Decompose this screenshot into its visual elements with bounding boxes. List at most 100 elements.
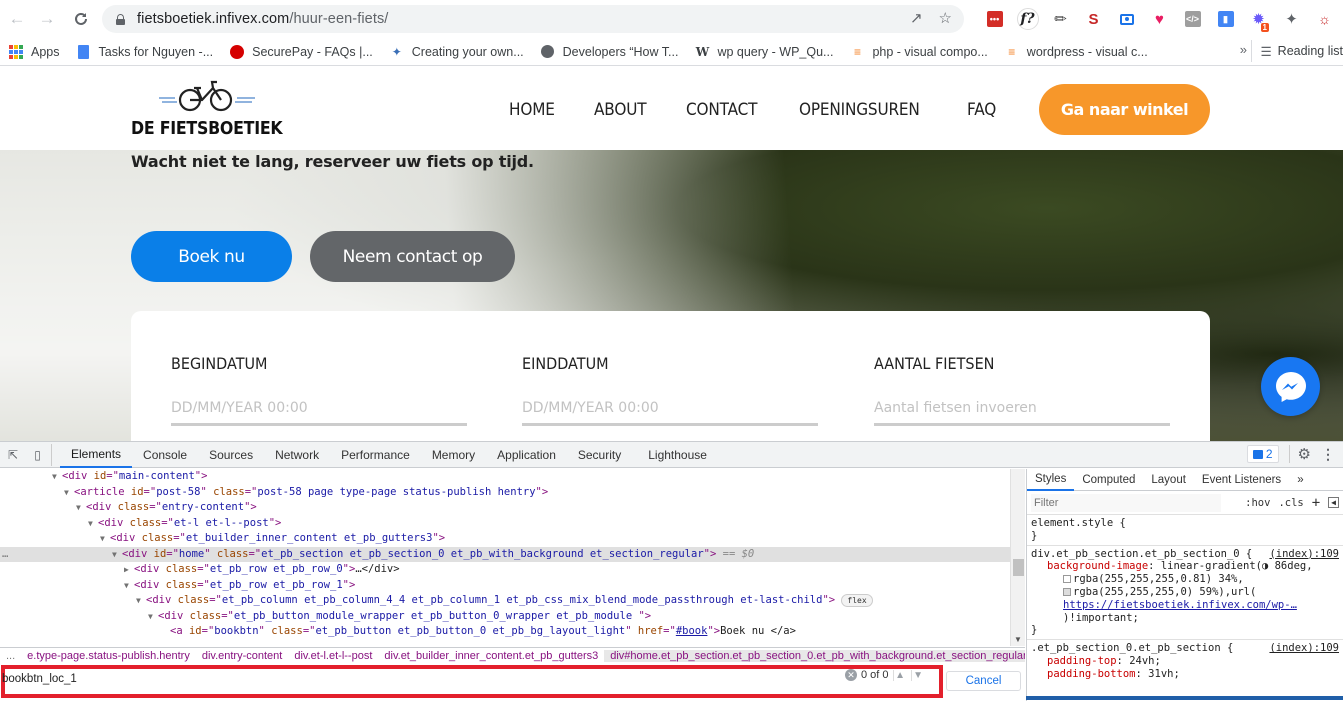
dom-node-row[interactable]: ▼ <div class="et_pb_button_module_wrapper… — [0, 609, 1010, 625]
previous-match-button[interactable]: ▲ — [892, 669, 907, 681]
tab-elements[interactable]: Elements — [60, 442, 133, 468]
tab-sources[interactable]: Sources — [198, 442, 264, 468]
bookmark-apps[interactable]: Apps — [0, 40, 68, 64]
ext-eyedropper-icon[interactable]: ✏ — [1044, 6, 1077, 32]
attribute[interactable]: class="et_pb_row et_pb_row_1" — [159, 579, 349, 591]
elements-scrollbar[interactable]: ▼ — [1010, 469, 1025, 646]
breadcrumb-item[interactable]: ... — [0, 650, 21, 662]
dom-node-row[interactable]: ▼ <div class="et_pb_column et_pb_column_4… — [0, 593, 1010, 609]
nav-about[interactable]: ABOUT — [594, 100, 647, 120]
tab-computed[interactable]: Computed — [1074, 469, 1143, 491]
start-date-input[interactable] — [171, 392, 467, 426]
tab-memory[interactable]: Memory — [421, 442, 486, 468]
expand-triangle-icon[interactable]: ▶ — [124, 562, 134, 578]
attribute[interactable]: class="et_pb_row et_pb_row_0" — [159, 563, 349, 575]
dom-node-row[interactable]: <a id="bookbtn" class="et_pb_button et_p… — [0, 624, 1010, 640]
collapse-triangle-icon[interactable]: ▼ — [88, 516, 98, 532]
flex-badge[interactable]: flex — [841, 593, 873, 607]
dom-node-row[interactable]: ▼ <div class="et_pb_row et_pb_row_1"> — [0, 578, 1010, 594]
background-url-link[interactable]: https://fietsboetiek.infivex.com/wp-… — [1031, 599, 1339, 612]
attribute[interactable]: class="et_pb_section et_pb_section_0 et_… — [211, 548, 710, 560]
bookmark-item[interactable]: Developers “How T... — [532, 40, 687, 64]
color-swatch[interactable] — [1063, 587, 1071, 596]
contact-button[interactable]: Neem contact op — [310, 231, 515, 282]
node-actions-ellipsis[interactable]: … — [2, 547, 8, 563]
tab-security[interactable]: Security — [567, 442, 632, 468]
color-swatch[interactable] — [1063, 575, 1071, 584]
ext-sparkle-icon[interactable]: ✹ 1 — [1242, 6, 1275, 32]
bookmark-item[interactable]: SecurePay - FAQs |... — [221, 40, 381, 64]
bookmark-item[interactable]: ≡ wordpress - visual c... — [996, 40, 1156, 64]
tab-event-listeners[interactable]: Event Listeners — [1194, 469, 1289, 491]
bookmark-item[interactable]: ✦ Creating your own... — [381, 40, 532, 64]
attribute[interactable]: id="home" — [147, 548, 211, 560]
bookmarks-overflow-button[interactable]: » — [1240, 42, 1247, 57]
dom-node-row[interactable]: ▼ <div class="et-l et-l--post"> — [0, 516, 1010, 532]
breadcrumb-item[interactable]: e.type-page.status-publish.hentry — [21, 650, 196, 662]
attribute[interactable]: class="et_pb_button_module_wrapper et_pb… — [183, 610, 645, 622]
collapse-triangle-icon[interactable]: ▼ — [76, 500, 86, 516]
tab-application[interactable]: Application — [486, 442, 567, 468]
nav-contact[interactable]: CONTACT — [686, 100, 757, 120]
bookmark-item[interactable]: Wwp query - WP_Qu... — [686, 40, 841, 64]
ext-seo-icon[interactable]: S — [1077, 6, 1110, 32]
style-rule-element[interactable]: element.style { } — [1027, 515, 1343, 546]
tab-layout[interactable]: Layout — [1143, 469, 1194, 491]
dom-node-row[interactable]: ▼ <div class="entry-content"> — [0, 500, 1010, 516]
devtools-menu-icon[interactable]: ⋮ — [1321, 446, 1335, 463]
share-icon[interactable]: ↗ — [910, 9, 923, 27]
book-now-button[interactable]: Boek nu — [131, 231, 292, 282]
attribute[interactable]: class="et_pb_column et_pb_column_4_4 et_… — [171, 594, 829, 606]
extensions-puzzle-icon[interactable]: ✦ — [1275, 6, 1308, 32]
bookmark-star-icon[interactable]: ☆ — [939, 9, 952, 27]
clear-search-icon[interactable]: ✕ — [845, 669, 857, 681]
ext-tag-icon[interactable]: ▮ — [1209, 6, 1242, 32]
address-bar[interactable]: fietsboetiek.infivex.com/huur-een-fiets/… — [102, 5, 964, 33]
dom-node-row[interactable]: ▶ <div class="et_pb_row et_pb_row_0">…</d… — [0, 562, 1010, 578]
attribute[interactable]: id="bookbtn" — [183, 625, 265, 637]
hover-state-toggle[interactable]: :hov — [1245, 497, 1270, 509]
attribute[interactable]: class="post-58 page type-page status-pub… — [207, 486, 542, 498]
shop-button[interactable]: Ga naar winkel — [1039, 84, 1210, 135]
toggle-sidebar-icon[interactable]: ◀ — [1328, 497, 1339, 508]
ext-heart-color-icon[interactable]: ♥ — [1143, 6, 1176, 32]
scrollbar-thumb[interactable] — [1013, 559, 1024, 576]
collapse-triangle-icon[interactable]: ▼ — [148, 609, 158, 625]
reload-button[interactable] — [68, 6, 94, 32]
style-rule-padding[interactable]: .et_pb_section_0.et_pb_section { (index)… — [1027, 640, 1343, 682]
rule-source-link[interactable]: (index):109 — [1269, 642, 1339, 655]
more-tabs-button[interactable]: » — [1289, 469, 1311, 491]
nav-home[interactable]: HOME — [509, 100, 555, 120]
inspect-element-icon[interactable]: ⇱ — [2, 444, 24, 466]
tab-console[interactable]: Console — [132, 442, 198, 468]
device-toolbar-icon[interactable]: ▯ — [24, 443, 52, 466]
forward-button[interactable]: → — [34, 6, 60, 32]
back-button[interactable]: ← — [4, 6, 30, 32]
collapse-triangle-icon[interactable]: ▼ — [136, 593, 146, 609]
rule-source-link[interactable]: (index):109 — [1269, 548, 1339, 561]
next-match-button[interactable]: ▼ — [910, 669, 925, 681]
tab-lighthouse[interactable]: Lighthouse — [632, 442, 718, 468]
collapse-triangle-icon[interactable]: ▼ — [112, 547, 122, 563]
bike-count-input[interactable] — [874, 392, 1170, 426]
settings-gear-icon[interactable]: ⚙ — [1288, 445, 1311, 463]
collapse-triangle-icon[interactable]: ▼ — [52, 469, 62, 485]
add-rule-icon[interactable]: + — [1312, 495, 1320, 511]
collapse-triangle-icon[interactable]: ▼ — [100, 531, 110, 547]
tab-performance[interactable]: Performance — [330, 442, 421, 468]
attribute[interactable]: href="#book" — [632, 625, 714, 637]
bookmark-item[interactable]: Tasks for Nguyen -... — [68, 40, 222, 64]
collapse-triangle-icon[interactable]: ▼ — [124, 578, 134, 594]
ext-code-icon[interactable]: </> — [1176, 6, 1209, 32]
dom-node-row[interactable]: ▼ <div id="main-content"> — [0, 469, 1010, 485]
bookmark-item[interactable]: ≡ php - visual compo... — [841, 40, 995, 64]
tab-network[interactable]: Network — [264, 442, 330, 468]
nav-openingsuren[interactable]: OPENINGSUREN — [799, 100, 920, 120]
attribute[interactable]: class="entry-content" — [111, 501, 251, 513]
ext-swirl-icon[interactable]: ☼ — [1308, 6, 1341, 32]
attribute[interactable]: class="et_builder_inner_content et_pb_gu… — [135, 532, 439, 544]
breadcrumb-item[interactable]: div.et-l.et-l--post — [288, 650, 378, 662]
style-rule-section[interactable]: div.et_pb_section.et_pb_section_0 { (ind… — [1027, 546, 1343, 641]
class-toggle[interactable]: .cls — [1278, 497, 1303, 509]
nav-faq[interactable]: FAQ — [967, 100, 996, 120]
